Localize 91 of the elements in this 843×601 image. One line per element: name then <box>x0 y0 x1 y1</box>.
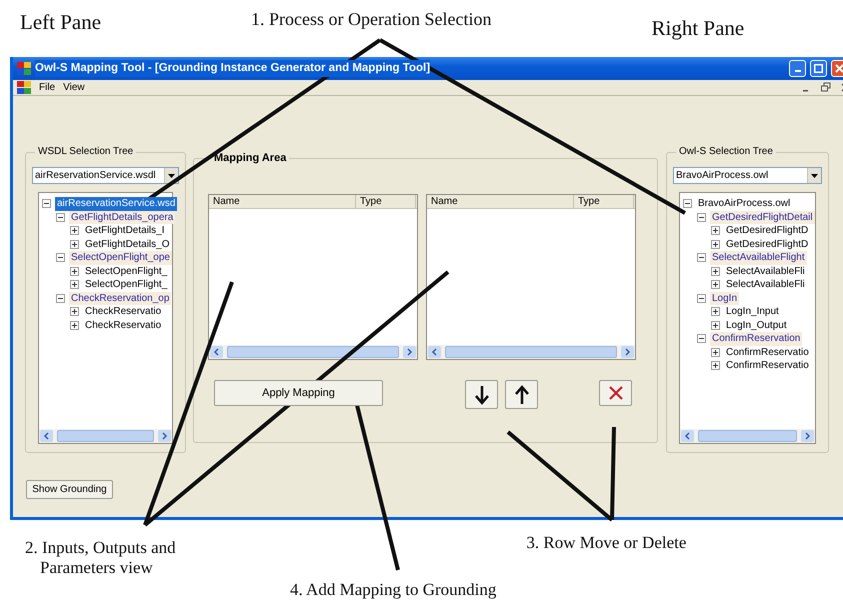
window-title: Owl-S Mapping Tool - [Grounding Instance Generator and Mapping Tool] <box>35 60 430 78</box>
horizontal-scrollbar[interactable] <box>209 345 417 359</box>
horizontal-scrollbar[interactable] <box>680 429 815 443</box>
collapse-icon[interactable] <box>42 199 51 208</box>
delete-button[interactable] <box>599 380 632 406</box>
tree-item[interactable]: BravoAirProcess.owl <box>696 197 792 210</box>
expand-icon[interactable] <box>711 266 720 276</box>
tree-item[interactable]: LogIn <box>710 292 740 305</box>
annotation-label: 2. Inputs, Outputs and Parameters view <box>25 538 177 578</box>
expand-icon[interactable] <box>70 226 79 236</box>
menu-item[interactable]: File <box>39 80 56 95</box>
expand-icon[interactable] <box>711 361 720 370</box>
group-title: WSDL Selection Tree <box>37 147 134 157</box>
expand-icon[interactable] <box>70 280 79 290</box>
horizontal-scrollbar[interactable] <box>39 429 172 443</box>
tree-item[interactable]: SelectAvailableFli <box>724 264 807 278</box>
collapse-icon[interactable] <box>683 199 692 208</box>
tree-item[interactable]: GetDesiredFlightDetail <box>710 210 815 224</box>
move-up-button[interactable] <box>505 380 538 409</box>
scrollbar-thumb[interactable] <box>57 430 154 442</box>
tree-item[interactable]: GetDesiredFlightD <box>724 238 810 251</box>
tree-item[interactable]: GetFlightDetails_opera <box>69 210 176 224</box>
tree-item[interactable]: ConfirmReservatio <box>724 359 811 372</box>
tree-item[interactable]: ConfirmReservation <box>710 332 802 346</box>
app-icon <box>17 62 31 75</box>
tree-item[interactable]: LogIn_Input <box>724 305 781 318</box>
horizontal-scrollbar[interactable] <box>427 345 635 359</box>
close-icon <box>835 64 843 73</box>
collapse-icon[interactable] <box>697 253 706 262</box>
app-icon <box>17 81 31 94</box>
apply-mapping-button[interactable]: Apply Mapping <box>214 380 383 406</box>
maximize-icon <box>814 64 823 73</box>
minimize-icon <box>794 70 800 72</box>
tree-item[interactable]: ConfirmReservatio <box>724 346 811 359</box>
column-header[interactable]: Type <box>356 195 416 208</box>
up-arrow-icon <box>514 384 530 404</box>
tree-item[interactable]: airReservationService.wsd <box>55 197 178 210</box>
expand-icon[interactable] <box>711 280 720 290</box>
expand-icon[interactable] <box>711 240 720 249</box>
tree-item[interactable]: SelectOpenFlight_ <box>83 278 170 292</box>
minimize-button[interactable] <box>789 60 806 77</box>
scrollbar-thumb[interactable] <box>227 346 399 358</box>
maximize-button[interactable] <box>810 60 827 77</box>
expand-icon[interactable] <box>70 266 79 276</box>
group-title: Owl-S Selection Tree <box>678 147 774 157</box>
collapse-icon[interactable] <box>56 294 65 303</box>
expand-icon[interactable] <box>711 307 720 316</box>
caret-icon <box>168 174 175 178</box>
annotation-label: Left Pane <box>20 10 102 34</box>
expand-icon[interactable] <box>70 320 79 330</box>
collapse-icon[interactable] <box>697 212 706 222</box>
expand-icon[interactable] <box>70 307 79 316</box>
dropdown[interactable]: airReservationService.wsdl <box>32 167 179 184</box>
scrollbar-thumb[interactable] <box>698 430 797 442</box>
expand-icon[interactable] <box>711 348 720 357</box>
collapse-icon[interactable] <box>697 334 706 344</box>
collapse-icon[interactable] <box>697 294 706 303</box>
tree-item[interactable]: LogIn_Output <box>724 318 789 332</box>
tree-item[interactable]: SelectAvailableFlight <box>710 251 807 264</box>
move-down-button[interactable] <box>465 380 498 409</box>
annotation-label: 1. Process or Operation Selection <box>251 9 492 30</box>
scrollbar-thumb[interactable] <box>445 346 617 358</box>
column-header[interactable]: Name <box>209 195 356 208</box>
column-header[interactable]: Type <box>574 195 634 208</box>
annotation-label: 4. Add Mapping to Grounding <box>290 580 496 600</box>
expand-icon[interactable] <box>711 226 720 236</box>
collapse-icon[interactable] <box>56 253 65 262</box>
annotation-label: 3. Row Move or Delete <box>526 533 686 553</box>
dropdown[interactable]: BravoAirProcess.owl <box>673 167 822 184</box>
tree-item[interactable]: GetFlightDetails_I <box>83 224 166 238</box>
close-button[interactable] <box>831 60 843 77</box>
caret-icon <box>811 174 818 178</box>
collapse-icon[interactable] <box>56 212 65 222</box>
tree-item[interactable]: CheckReservatio <box>83 318 164 332</box>
show-grounding-button[interactable]: Show Grounding <box>26 480 113 499</box>
annotation-label: Right Pane <box>652 16 744 40</box>
expand-icon[interactable] <box>70 240 79 249</box>
group-title: Mapping Area <box>213 153 288 164</box>
tree-item[interactable]: SelectOpenFlight_ope <box>69 251 172 264</box>
down-arrow-icon <box>474 384 490 404</box>
expand-icon[interactable] <box>711 320 720 330</box>
tree-item[interactable]: CheckReservation_op <box>69 292 172 305</box>
tree-item[interactable]: SelectOpenFlight_ <box>83 264 170 278</box>
tree-item[interactable]: GetDesiredFlightD <box>724 224 810 238</box>
tree-item[interactable]: CheckReservatio <box>83 305 164 318</box>
restore-icon[interactable] <box>820 82 832 93</box>
tree-item[interactable]: SelectAvailableFli <box>724 278 807 292</box>
column-header[interactable]: Name <box>427 195 574 208</box>
tree-item[interactable]: GetFlightDetails_O <box>83 238 172 251</box>
menu-item[interactable]: View <box>63 80 85 95</box>
cross-icon <box>608 386 622 400</box>
